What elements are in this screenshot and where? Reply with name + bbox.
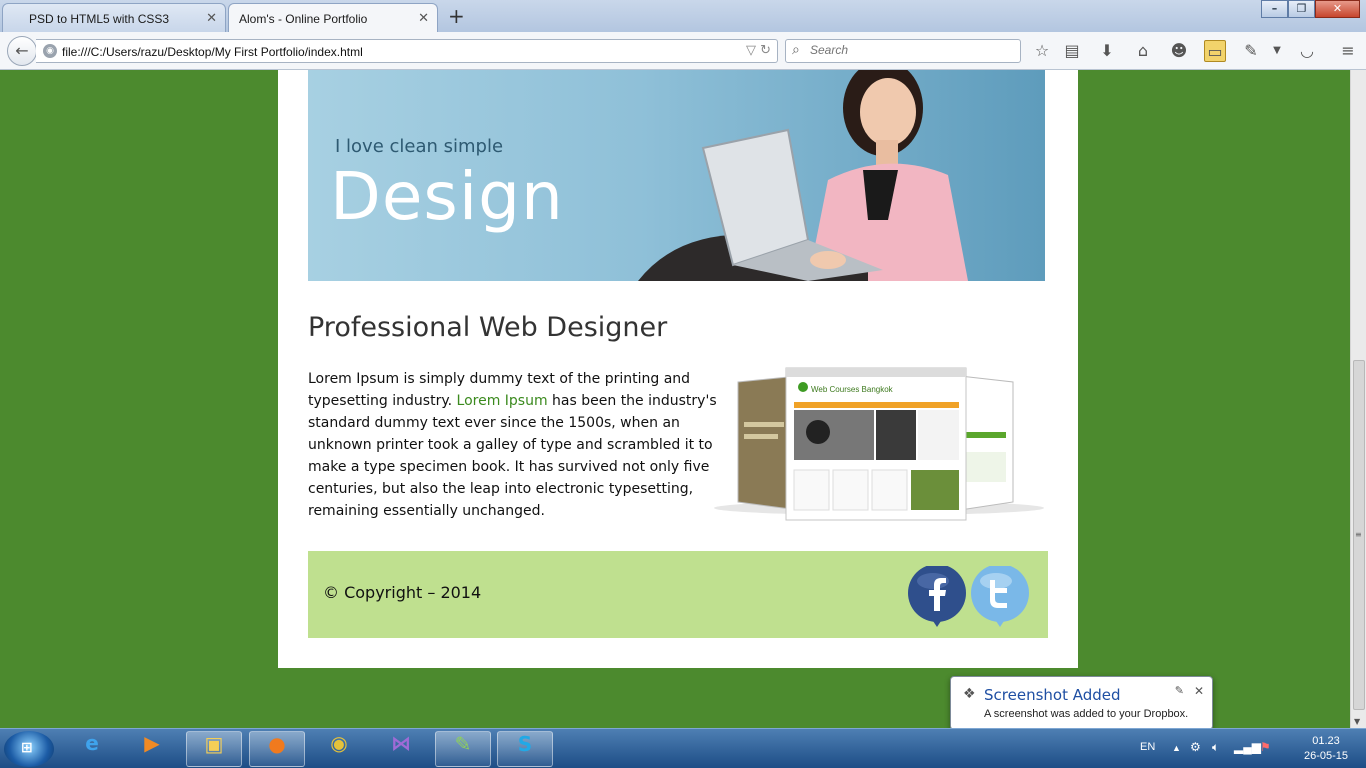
system-tray: EN ▲ ⚙ 🔈︎ ▂▄▆ ⚑ 01.23 26-05-15	[1126, 729, 1366, 768]
chrome-icon[interactable]: ◉	[311, 731, 367, 767]
page-heading: Professional Web Designer	[308, 312, 668, 343]
lorem-ipsum-link[interactable]: Lorem Ipsum	[457, 393, 548, 409]
file-explorer-icon[interactable]: ▣	[186, 731, 242, 767]
tab-label: Alom's - Online Portfolio	[239, 12, 368, 26]
reading-list-icon[interactable]: ▤	[1061, 40, 1083, 62]
action-center-icon[interactable]: ⚑	[1260, 740, 1271, 754]
twitter-icon[interactable]	[969, 566, 1031, 628]
close-tab-icon[interactable]: ✕	[206, 10, 217, 26]
scroll-down-icon[interactable]: ▼	[1354, 717, 1360, 726]
windows-logo-icon: ⊞	[21, 740, 33, 756]
copyright-text: © Copyright – 2014	[323, 583, 482, 602]
signal-icon[interactable]: ▂▄▆	[1234, 740, 1261, 754]
intro-paragraph: Lorem Ipsum is simply dummy text of the …	[308, 368, 718, 522]
banner-headline: Design	[330, 158, 564, 235]
window-controls: – ❐ ✕	[1261, 0, 1360, 18]
globe-icon: ◉	[43, 44, 57, 58]
close-window-button[interactable]: ✕	[1315, 0, 1360, 18]
close-tab-icon[interactable]: ✕	[418, 10, 429, 26]
ruler-icon[interactable]: ▭	[1204, 40, 1226, 62]
start-button[interactable]: ⊞	[4, 731, 54, 767]
notepad-plus-icon[interactable]: ✎	[435, 731, 491, 767]
eyedropper-icon[interactable]: ✎	[1240, 40, 1262, 62]
reload-icon[interactable]: ▽ ↻	[746, 43, 771, 58]
navigation-toolbar: ← ◉ file:///C:/Users/razu/Desktop/My Fir…	[0, 32, 1366, 70]
show-hidden-icons-icon[interactable]: ▲	[1172, 743, 1181, 753]
chat-icon[interactable]: ☻	[1168, 40, 1190, 62]
dropbox-notification[interactable]: ❖ Screenshot Added A screenshot was adde…	[950, 676, 1213, 739]
page-container: I love clean simple Design Professional …	[278, 70, 1078, 668]
search-box[interactable]: ⌕	[785, 39, 1021, 63]
url-text[interactable]: file:///C:/Users/razu/Desktop/My First P…	[62, 45, 363, 59]
firefox-icon[interactable]: ●	[249, 731, 305, 767]
maximize-button[interactable]: ❐	[1288, 0, 1315, 18]
tab-bar: PSD to HTML5 with CSS3 ✕ Alom's - Online…	[0, 0, 1366, 32]
woman-with-laptop-image	[638, 70, 968, 281]
paragraph-text-end: has been the industry's standard dummy t…	[308, 393, 717, 519]
vertical-scrollbar[interactable]: ≡ ▼	[1350, 70, 1366, 728]
hero-banner: I love clean simple Design	[308, 70, 1045, 281]
facebook-icon[interactable]	[906, 566, 968, 628]
clock-time: 01.23	[1312, 735, 1340, 747]
search-icon: ⌕	[792, 42, 800, 58]
dropdown-icon[interactable]: ▼	[1266, 40, 1288, 62]
grip-icon: ≡	[1355, 530, 1362, 539]
banner-tagline: I love clean simple	[335, 136, 504, 157]
notification-title: Screenshot Added	[984, 686, 1121, 704]
clock[interactable]: 01.23 26-05-15	[1304, 734, 1348, 764]
visual-studio-icon[interactable]: ⋈	[373, 731, 429, 767]
media-player-icon[interactable]: ▶	[124, 731, 180, 767]
internet-explorer-icon[interactable]: e	[64, 731, 120, 767]
tab-psd-to-html5[interactable]: PSD to HTML5 with CSS3 ✕	[2, 3, 226, 32]
notification-message: A screenshot was added to your Dropbox.	[984, 708, 1189, 720]
language-indicator[interactable]: EN	[1140, 741, 1155, 753]
menu-icon[interactable]: ≡	[1337, 40, 1359, 62]
mockup-site-title: Web Courses Bangkok	[811, 385, 894, 394]
search-input[interactable]	[810, 43, 1010, 57]
close-notification-icon[interactable]: ✕	[1194, 684, 1204, 698]
network-adapter-icon[interactable]: ⚙	[1190, 740, 1201, 754]
new-tab-button[interactable]: +	[448, 4, 465, 28]
minimize-button[interactable]: –	[1261, 0, 1288, 18]
volume-icon[interactable]: 🔈︎	[1212, 740, 1219, 755]
page-footer: © Copyright – 2014	[308, 551, 1048, 638]
star-icon[interactable]: ☆	[1031, 40, 1053, 62]
download-icon[interactable]: ⬇	[1096, 40, 1118, 62]
tab-label: PSD to HTML5 with CSS3	[29, 12, 170, 26]
website-mockups-image: Web Courses Bangkok	[714, 367, 1044, 521]
arrow-left-icon: ←	[15, 41, 29, 60]
taskbar: ⊞ e ▶ ▣ ● ◉ ⋈ ✎ S EN ▲ ⚙ 🔈︎ ▂▄▆ ⚑ 01.23 …	[0, 728, 1366, 768]
home-icon[interactable]: ⌂	[1132, 40, 1154, 62]
dropbox-icon: ❖	[963, 686, 976, 702]
settings-icon[interactable]: ✎	[1175, 684, 1184, 697]
back-button[interactable]: ←	[7, 36, 37, 66]
tab-online-portfolio[interactable]: Alom's - Online Portfolio ✕	[228, 3, 438, 32]
address-bar[interactable]: ◉ file:///C:/Users/razu/Desktop/My First…	[36, 39, 778, 63]
skype-icon[interactable]: S	[497, 731, 553, 767]
clock-date: 26-05-15	[1303, 750, 1348, 762]
pocket-icon[interactable]: ◡	[1296, 40, 1318, 62]
